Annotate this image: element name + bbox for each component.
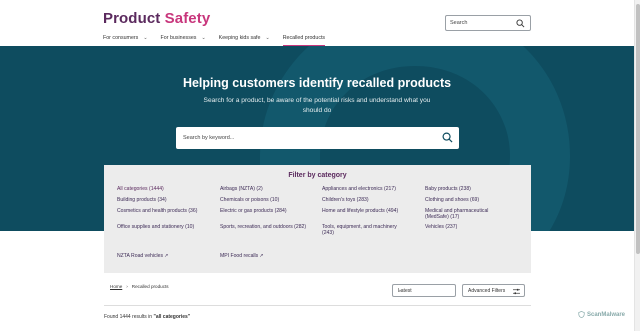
search-icon[interactable] (442, 132, 453, 143)
category-all[interactable]: All categories (1444) (117, 186, 212, 193)
category-vehicles[interactable]: Vehicles (237) (425, 224, 525, 231)
advanced-filters-label: Advanced Filters (468, 288, 506, 294)
scrollbar-thumb[interactable] (636, 4, 640, 254)
category-medical[interactable]: Medical and pharmaceutical (MedSafe) (17… (425, 208, 503, 220)
external-link-label: MPI Food recalls (220, 253, 259, 259)
results-prefix: Found 1444 results in (104, 314, 154, 320)
category-appliances[interactable]: Appliances and electronics (217) (322, 186, 420, 193)
nav-recalled-products[interactable]: Recalled products (282, 35, 326, 46)
category-sports[interactable]: Sports, recreation, and outdoors (282) (220, 224, 320, 231)
breadcrumb-home[interactable]: Home (110, 284, 122, 289)
nav-for-consumers[interactable]: For consumers ⌄ (103, 35, 148, 46)
nav-for-businesses[interactable]: For businesses ⌄ (161, 35, 206, 46)
category-childrens-toys[interactable]: Children's toys (283) (322, 197, 420, 204)
keyword-search-input[interactable] (183, 132, 423, 144)
logo-text-product: Product (103, 10, 161, 27)
category-cosmetics[interactable]: Cosmetics and health products (36) (117, 208, 212, 215)
hero-subtitle: Search for a product, be aware of the po… (203, 97, 431, 114)
external-link-nzta[interactable]: NZTA Road vehicles↗ (117, 253, 212, 260)
category-building-products[interactable]: Building products (34) (117, 197, 212, 204)
category-home-lifestyle[interactable]: Home and lifestyle products (494) (322, 208, 420, 215)
results-summary: Found 1444 results in "all categories" (104, 314, 190, 320)
category-baby-products[interactable]: Baby products (238) (425, 186, 525, 193)
header-search (445, 15, 531, 31)
nav-keeping-kids-safe[interactable]: Keeping kids safe ⌄ (219, 35, 270, 46)
hero-title: Helping customers identify recalled prod… (182, 76, 452, 90)
scanmalware-watermark: ScanMalware (578, 311, 625, 318)
site-logo[interactable]: Product Safety (103, 10, 210, 27)
category-clothing[interactable]: Clothing and shoes (69) (425, 197, 525, 204)
chevron-down-icon: ⌄ (201, 35, 206, 41)
category-chemicals[interactable]: Chemicals or poisons (10) (220, 197, 315, 204)
external-link-label: NZTA Road vehicles (117, 253, 164, 259)
page-scrollbar[interactable] (634, 0, 640, 331)
breadcrumb: Home › Recalled products (110, 284, 169, 289)
external-link-mpi[interactable]: MPI Food recalls↗ (220, 253, 315, 260)
main-nav: For consumers ⌄ For businesses ⌄ Keeping… (103, 35, 338, 46)
nav-label: Recalled products (282, 35, 326, 41)
site-header: Product Safety For consumers ⌄ For busin… (0, 0, 634, 46)
category-office-supplies[interactable]: Office supplies and stationery (10) (117, 224, 212, 231)
results-term: "all categories" (153, 314, 191, 320)
search-icon[interactable] (516, 19, 525, 28)
logo-text-safety: Safety (164, 10, 211, 27)
filter-title: Filter by category (288, 172, 347, 179)
advanced-filters-button[interactable]: Advanced Filters (462, 284, 525, 297)
breadcrumb-current: Recalled products (131, 284, 169, 289)
nav-label: Keeping kids safe (218, 35, 261, 41)
category-filter-panel: Filter by category All categories (1444)… (104, 165, 531, 273)
watermark-text: ScanMalware (587, 311, 626, 318)
external-link-icon: ↗ (164, 253, 169, 259)
category-electric-gas[interactable]: Electric or gas products (284) (220, 208, 315, 215)
nav-label: For businesses (160, 35, 197, 41)
shield-icon (578, 311, 585, 318)
header-search-input[interactable] (450, 17, 514, 29)
divider (104, 305, 531, 306)
external-link-icon: ↗ (259, 253, 264, 259)
chevron-down-icon: ⌄ (265, 35, 270, 41)
chevron-down-icon: ⌄ (398, 287, 403, 293)
chevron-right-icon: › (126, 284, 128, 289)
sliders-icon (513, 288, 520, 295)
nav-label: For consumers (103, 35, 139, 41)
hero-search (176, 127, 459, 149)
category-tools[interactable]: Tools, equipment, and machinery (243) (322, 224, 410, 236)
sort-select[interactable]: Latest ⌄ (392, 284, 456, 297)
category-airbags[interactable]: Airbags (NZTA) (2) (220, 186, 315, 193)
chevron-down-icon: ⌄ (143, 35, 148, 41)
